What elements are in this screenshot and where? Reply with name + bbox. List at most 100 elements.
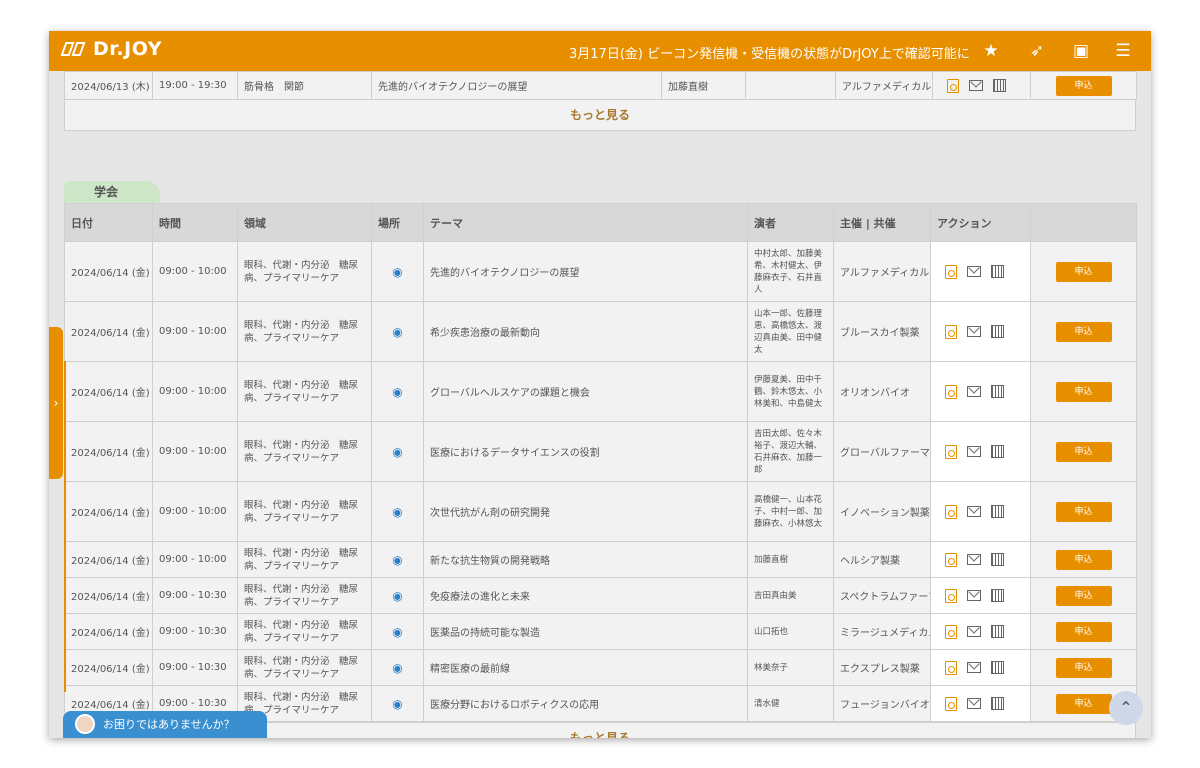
header-notice[interactable]: 3月17日(金) ビーコン発信機・受信機の状態がDrJOY上で確認可能に: [569, 43, 970, 62]
calendar-icon[interactable]: [993, 79, 1006, 92]
place-cell: ◉: [371, 481, 424, 542]
location-pin-icon[interactable]: ◉: [392, 553, 402, 567]
theme-cell: 新たな抗生物質の開発戦略: [423, 541, 748, 578]
apply-button[interactable]: 申込: [1055, 75, 1112, 96]
calendar-icon[interactable]: [991, 445, 1004, 458]
apply-button[interactable]: 申込: [1055, 381, 1112, 402]
organizer-cell: エクスプレス製薬: [833, 649, 931, 686]
theme-cell: 医療分野におけるロボティクスの応用: [423, 685, 748, 722]
apply-button[interactable]: 申込: [1055, 261, 1112, 282]
location-pin-icon[interactable]: ◉: [392, 697, 402, 711]
calendar-icon[interactable]: [991, 625, 1004, 638]
play-icon[interactable]: ▣: [1070, 40, 1092, 62]
pdf-icon[interactable]: [945, 444, 957, 459]
apply-cell: 申込: [1030, 541, 1137, 578]
menu-icon[interactable]: ☰: [1112, 40, 1134, 62]
app-window: Dr.JOY 3月17日(金) ビーコン発信機・受信機の状態がDrJOY上で確認…: [49, 31, 1151, 738]
calendar-icon[interactable]: [991, 589, 1004, 602]
apply-cell: 申込: [1030, 577, 1137, 614]
calendar-icon[interactable]: [991, 385, 1004, 398]
conference-table: 日付 時間 領域 場所 テーマ 演者 主催 | 共催 アクション 2024/06…: [64, 203, 1137, 722]
field-cell: 眼科、代謝・内分泌 糖尿病、プライマリーケア: [237, 577, 372, 614]
table-row: 2024/06/14 (金) 09:00 - 10:30 眼科、代謝・内分泌 糖尿病…: [64, 613, 1137, 650]
mail-icon[interactable]: [967, 698, 981, 709]
apply-button[interactable]: 申込: [1055, 693, 1112, 714]
pdf-icon[interactable]: [945, 552, 957, 567]
pdf-icon[interactable]: [945, 264, 957, 279]
apply-button[interactable]: 申込: [1055, 585, 1112, 606]
help-chat-button[interactable]: お困りではありませんか？: [63, 711, 267, 738]
pdf-icon[interactable]: [945, 696, 957, 711]
mail-icon[interactable]: [967, 590, 981, 601]
pdf-icon[interactable]: [945, 660, 957, 675]
organizer-cell: ブルースカイ製薬: [833, 301, 931, 362]
theme-cell: 次世代抗がん剤の研究開発: [423, 481, 748, 542]
send-icon[interactable]: ➶: [1026, 40, 1048, 62]
speaker-cell: 加藤直樹: [747, 541, 834, 578]
organizer-cell: グローバルファーマ: [833, 421, 931, 482]
mail-icon[interactable]: [967, 266, 981, 277]
column-header-organizer: 主催 | 共催: [833, 203, 931, 242]
dr-joy-logo[interactable]: Dr.JOY: [60, 38, 162, 60]
star-icon[interactable]: ★: [980, 40, 1002, 62]
column-header-date: 日付: [64, 203, 153, 242]
scroll-to-top-button[interactable]: ⌃: [1109, 691, 1143, 725]
calendar-icon[interactable]: [991, 553, 1004, 566]
mail-icon[interactable]: [967, 626, 981, 637]
pdf-icon[interactable]: [945, 588, 957, 603]
logo-text: Dr.JOY: [93, 38, 162, 60]
organizer-cell: オリオンバイオ: [833, 361, 931, 422]
mail-icon[interactable]: [967, 554, 981, 565]
tab-conference[interactable]: 学会: [64, 181, 160, 203]
location-pin-icon[interactable]: ◉: [392, 661, 402, 675]
pdf-icon[interactable]: [945, 324, 957, 339]
calendar-icon[interactable]: [991, 505, 1004, 518]
column-header-place: 場所: [371, 203, 424, 242]
pdf-icon[interactable]: [945, 504, 957, 519]
place-cell: ◉: [371, 577, 424, 614]
date-cell: 2024/06/14 (金): [64, 301, 153, 362]
apply-cell: 申込: [1030, 421, 1137, 482]
date-cell: 2024/06/14 (金): [64, 361, 153, 422]
time-cell: 09:00 - 10:30: [152, 649, 238, 686]
mail-icon[interactable]: [967, 662, 981, 673]
mail-icon[interactable]: [969, 80, 983, 91]
calendar-icon[interactable]: [991, 661, 1004, 674]
calendar-icon[interactable]: [991, 697, 1004, 710]
location-pin-icon[interactable]: ◉: [392, 625, 402, 639]
location-pin-icon[interactable]: ◉: [392, 385, 402, 399]
table-row: 2024/06/13 (木) 19:00 - 19:30 筋骨格 関節 先進的バ…: [64, 71, 1137, 100]
apply-button[interactable]: 申込: [1055, 441, 1112, 462]
column-header-speaker: 演者: [747, 203, 834, 242]
apply-cell: 申込: [1030, 301, 1137, 362]
mail-icon[interactable]: [967, 446, 981, 457]
apply-button[interactable]: 申込: [1055, 621, 1112, 642]
pdf-icon[interactable]: [947, 78, 959, 93]
apply-button[interactable]: 申込: [1055, 549, 1112, 570]
show-more-link-top[interactable]: もっと見る: [64, 99, 1136, 131]
pdf-icon[interactable]: [945, 624, 957, 639]
calendar-icon[interactable]: [991, 265, 1004, 278]
location-pin-icon[interactable]: ◉: [392, 505, 402, 519]
location-pin-icon[interactable]: ◉: [392, 445, 402, 459]
field-cell: 眼科、代謝・内分泌 糖尿病、プライマリーケア: [237, 481, 372, 542]
field-cell: 眼科、代謝・内分泌 糖尿病、プライマリーケア: [237, 241, 372, 302]
apply-button[interactable]: 申込: [1055, 501, 1112, 522]
calendar-icon[interactable]: [991, 325, 1004, 338]
apply-button[interactable]: 申込: [1055, 321, 1112, 342]
place-cell: ◉: [371, 241, 424, 302]
pdf-icon[interactable]: [945, 384, 957, 399]
action-cell: [930, 481, 1031, 542]
theme-cell: グローバルヘルスケアの課題と機会: [423, 361, 748, 422]
apply-button[interactable]: 申込: [1055, 657, 1112, 678]
location-pin-icon[interactable]: ◉: [392, 589, 402, 603]
mail-icon[interactable]: [967, 386, 981, 397]
time-cell: 09:00 - 10:00: [152, 301, 238, 362]
mail-icon[interactable]: [967, 506, 981, 517]
previous-table: 2024/06/13 (木) 19:00 - 19:30 筋骨格 関節 先進的バ…: [64, 71, 1137, 100]
speaker-cell: 清水健: [747, 685, 834, 722]
location-pin-icon[interactable]: ◉: [392, 265, 402, 279]
location-pin-icon[interactable]: ◉: [392, 325, 402, 339]
mail-icon[interactable]: [967, 326, 981, 337]
side-drawer-toggle[interactable]: ›: [49, 327, 63, 479]
